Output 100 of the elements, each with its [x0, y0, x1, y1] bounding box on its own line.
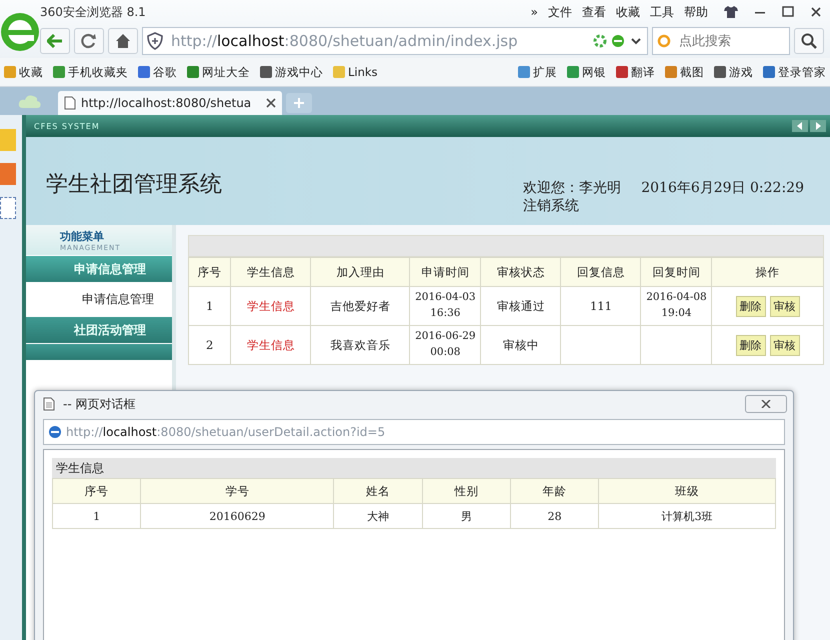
tool-icon [616, 66, 628, 78]
refresh-button[interactable] [74, 28, 104, 54]
close-icon[interactable] [266, 98, 276, 108]
home-button[interactable] [108, 28, 138, 54]
loading-icon[interactable] [593, 34, 607, 48]
menu-item[interactable]: 查看 [582, 4, 606, 20]
browser-tab[interactable]: http://localhost:8080/shetua [58, 91, 282, 115]
address-field[interactable]: http://localhost:8080/shetuan/admin/index.jsp [142, 27, 648, 55]
page-icon [64, 96, 76, 110]
browser-icon [48, 425, 62, 439]
back-button[interactable] [40, 28, 70, 54]
search-button[interactable] [794, 28, 824, 54]
action-button[interactable]: 删除 [736, 334, 766, 356]
column-header: 性别 [422, 478, 510, 504]
toolbar-item[interactable]: 截图 [665, 64, 704, 80]
dialog-title: -- 网页对话框 [63, 396, 136, 412]
bookmark-icon [53, 66, 65, 78]
action-button[interactable]: 审核 [770, 296, 800, 316]
close-icon[interactable] [810, 6, 822, 18]
system-label: CFES SYSTEM [34, 122, 100, 130]
bookmark-icon [4, 66, 16, 78]
table-cell: 我喜欢音乐 [310, 326, 410, 364]
menu-item[interactable]: 文件 [548, 4, 572, 20]
search-icon [801, 33, 817, 49]
column-header: 班级 [598, 478, 776, 504]
table-cell: 2 [188, 326, 231, 364]
search-field[interactable]: 点此搜索 [652, 27, 790, 55]
action-button[interactable]: 审核 [770, 334, 800, 356]
close-button[interactable] [745, 395, 787, 413]
menu-link[interactable]: 申请信息管理 [26, 282, 172, 316]
left-arrow-icon [797, 122, 803, 130]
table-cell: 审核通过 [480, 286, 561, 326]
bookmark-item[interactable]: 游戏中心 [260, 64, 323, 80]
toolbar-item[interactable]: 登录管家 [763, 64, 826, 80]
table-cell: 1 [188, 286, 231, 326]
student-info-link[interactable]: 学生信息 [230, 326, 311, 364]
column-header: 加入理由 [310, 258, 410, 286]
bookmark-item[interactable]: 网址大全 [187, 64, 250, 80]
table-cell: 28 [510, 504, 599, 528]
tool-icon [665, 66, 677, 78]
table-cell: 吉他爱好者 [310, 286, 410, 326]
column-header: 姓名 [334, 478, 422, 504]
toolbar-item[interactable]: 游戏 [714, 64, 753, 80]
table-cell: 1 [52, 504, 141, 528]
right-arrow-icon [815, 122, 821, 130]
table-cell: 111 [560, 286, 641, 326]
toolbar-item[interactable]: 网银 [567, 64, 606, 80]
bookmark-icon [138, 66, 150, 78]
column-header: 序号 [188, 258, 231, 286]
dialog-address-field: http://localhost:8080/shetuan/userDetail.action?id=5 [43, 419, 785, 445]
menu-group[interactable]: 社团活动管理 [26, 317, 172, 343]
shirt-icon[interactable] [724, 6, 738, 18]
home-icon [115, 33, 131, 49]
logout-link[interactable]: 注销系统 [523, 197, 804, 215]
column-header: 学生信息 [230, 258, 311, 286]
student-info-link[interactable]: 学生信息 [230, 286, 311, 326]
scroll-left-button[interactable] [792, 120, 808, 132]
table-cell: 2016-04-08 19:04 [640, 286, 712, 326]
refresh-icon [81, 33, 97, 49]
bookmark-item[interactable]: 谷歌 [138, 64, 177, 80]
bookmark-icon [333, 66, 345, 78]
menu-item[interactable]: 工具 [650, 4, 674, 20]
menu-item[interactable]: 帮助 [684, 4, 708, 20]
bookmark-icon [187, 66, 199, 78]
close-icon [761, 400, 771, 408]
menu-item[interactable]: » [530, 5, 538, 19]
column-header: 序号 [52, 478, 141, 504]
column-header: 审核状态 [480, 258, 561, 286]
table-cell: 大神 [334, 504, 422, 528]
maximize-icon[interactable] [782, 6, 794, 18]
table-cell: 20160629 [140, 504, 334, 528]
menu-item[interactable]: 收藏 [616, 4, 640, 20]
toolbar-item[interactable]: 扩展 [518, 64, 557, 80]
toolbar-item[interactable]: 翻译 [616, 64, 655, 80]
column-header: 申请时间 [410, 258, 481, 286]
window-title: 360安全浏览器 8.1 [40, 4, 146, 20]
column-header: 学号 [140, 478, 334, 504]
date-time: 2016年6月29日 0:22:29 [641, 179, 804, 197]
action-button[interactable]: 删除 [736, 296, 766, 316]
page-icon [43, 397, 55, 411]
table-cell: 男 [422, 504, 510, 528]
bookmark-item[interactable]: 收藏 [4, 64, 43, 80]
bookmark-icon [260, 66, 272, 78]
shield-icon[interactable] [147, 32, 163, 50]
column-header: 回复信息 [560, 258, 641, 286]
tool-icon [763, 66, 775, 78]
column-header: 回复时间 [640, 258, 712, 286]
welcome-text: 欢迎您：李光明 [523, 179, 622, 197]
table-cell: 2016-04-03 16:36 [410, 286, 481, 326]
browser-logo-icon [0, 10, 40, 54]
table-cell: 审核中 [480, 326, 561, 364]
bookmark-item[interactable]: Links [333, 65, 378, 79]
table-cell: 2016-06-29 00:08 [410, 326, 481, 364]
bookmark-item[interactable]: 手机收藏夹 [53, 64, 128, 80]
tool-icon [567, 66, 579, 78]
table-caption: 学生信息 [52, 458, 776, 478]
column-header: 年龄 [510, 478, 599, 504]
tool-icon [518, 66, 530, 78]
plus-icon [293, 97, 306, 109]
scroll-right-button[interactable] [810, 120, 826, 132]
